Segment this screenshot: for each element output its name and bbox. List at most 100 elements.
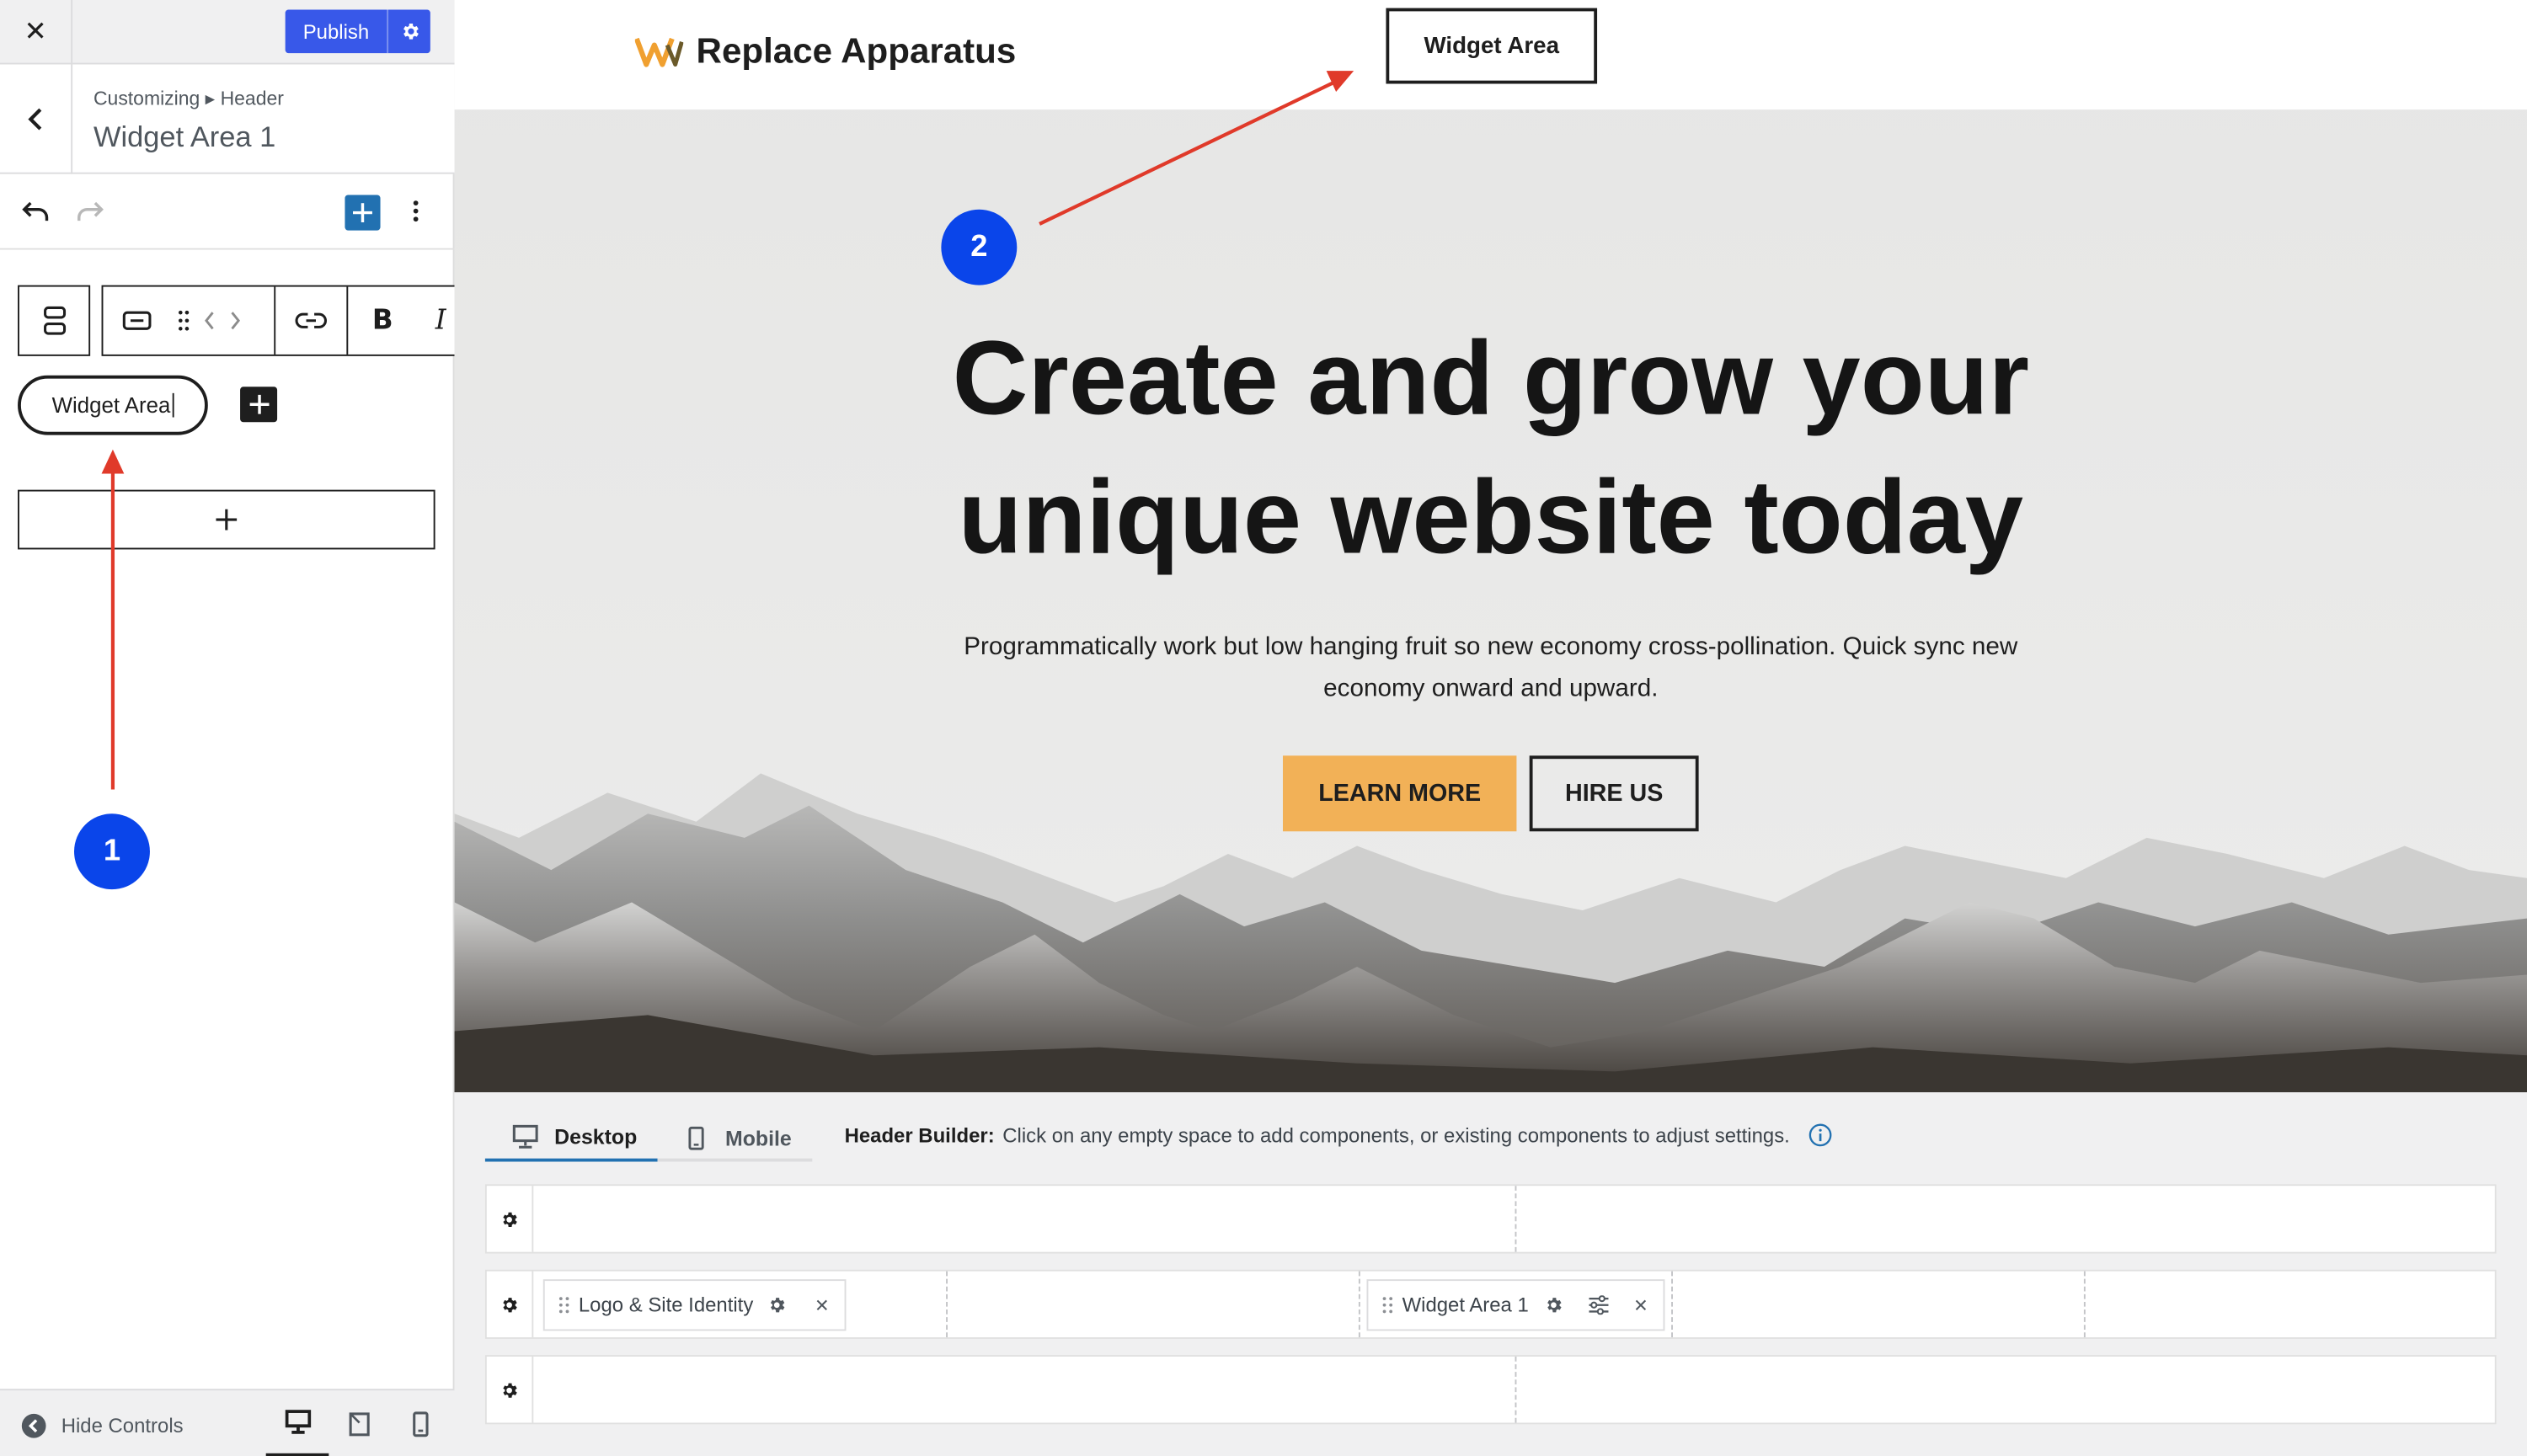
widget-chip-label: Widget Area 1 xyxy=(1402,1293,1529,1317)
site-preview: Replace Apparatus Widget Area Create and… xyxy=(454,0,2527,1093)
drag-handle[interactable] xyxy=(171,287,197,355)
drag-handle-icon[interactable] xyxy=(558,1295,570,1315)
tab-mobile-label: Mobile xyxy=(724,1126,792,1151)
widget-area-button-block[interactable]: Widget Area xyxy=(18,375,208,435)
header-widget-area-button[interactable]: Widget Area xyxy=(1386,8,1598,84)
publish-button[interactable]: Publish xyxy=(285,9,430,54)
close-icon: ✕ xyxy=(24,16,47,47)
hero-description-line-2: economy onward and upward. xyxy=(1323,675,1659,703)
logo-site-identity-component[interactable]: Logo & Site Identity ✕ xyxy=(542,1279,847,1331)
remove-component-icon[interactable]: ✕ xyxy=(1633,1294,1648,1315)
chevron-right-icon xyxy=(231,312,241,330)
gear-icon xyxy=(503,1297,517,1312)
desktop-icon xyxy=(512,1124,538,1149)
tab-mobile[interactable]: Mobile xyxy=(688,1115,792,1161)
plus-icon xyxy=(216,509,238,531)
sliders-icon[interactable] xyxy=(1587,1295,1610,1315)
more-options-button[interactable] xyxy=(404,198,427,224)
hero-title-line-2: unique website today xyxy=(958,457,2024,576)
preview-desktop-button[interactable] xyxy=(265,1390,329,1456)
drag-handle-icon xyxy=(178,310,190,331)
close-customizer-button[interactable]: ✕ xyxy=(0,0,73,65)
breadcrumb: Customizing ▸ Header xyxy=(93,87,284,110)
site-title[interactable]: Replace Apparatus xyxy=(697,30,1017,72)
tab-desktop-label: Desktop xyxy=(554,1124,638,1149)
toolbar-group-link xyxy=(275,286,350,355)
annotation-badge-1: 1 xyxy=(74,813,150,890)
builder-description-label: Header Builder: xyxy=(844,1123,995,1147)
hero-title-line-1: Create and grow your xyxy=(952,318,2030,437)
builder-description: Header Builder: Click on any empty space… xyxy=(845,1123,1832,1148)
desktop-icon xyxy=(284,1410,311,1434)
builder-row-main[interactable]: Logo & Site Identity ✕ Widget Area 1 ✕ xyxy=(484,1269,2497,1339)
publish-label: Publish xyxy=(302,19,370,43)
logo-chip-label: Logo & Site Identity xyxy=(578,1293,754,1317)
button-block-button[interactable] xyxy=(103,287,170,355)
link-button[interactable] xyxy=(275,287,346,355)
bold-icon: B xyxy=(371,304,393,337)
preview-tablet-button[interactable] xyxy=(339,1390,381,1456)
drag-handle-icon[interactable] xyxy=(1381,1295,1394,1315)
learn-more-button[interactable]: LEARN MORE xyxy=(1282,755,1517,832)
back-button[interactable] xyxy=(0,64,73,174)
header-builder-panel: Desktop Mobile Header Builder: Click on … xyxy=(454,1092,2527,1456)
site-logo-icon xyxy=(634,37,684,67)
toolbar-group-block xyxy=(103,286,275,355)
gear-icon xyxy=(503,1211,517,1227)
redo-icon xyxy=(77,201,104,221)
hire-us-button[interactable]: HIRE US xyxy=(1529,755,1699,832)
mobile-icon xyxy=(688,1126,704,1150)
add-block-button[interactable] xyxy=(345,195,381,231)
builder-row-bottom[interactable] xyxy=(484,1355,2497,1425)
gear-icon xyxy=(503,1382,517,1397)
chevron-left-icon xyxy=(205,312,214,330)
hero-description: Programmatically work but low hanging fr… xyxy=(922,627,2060,710)
sidebar-footer: Hide Controls xyxy=(0,1389,455,1456)
mobile-icon xyxy=(413,1411,429,1437)
text-cursor xyxy=(172,392,174,418)
plus-icon xyxy=(248,394,269,414)
button-block-icon xyxy=(122,311,152,330)
tablet-icon xyxy=(349,1412,370,1437)
collapse-arrow-icon xyxy=(21,1413,46,1438)
publish-settings-gear-icon[interactable] xyxy=(388,21,430,42)
hide-controls-button[interactable]: Hide Controls xyxy=(21,1413,184,1439)
widget-area-button-text[interactable]: Widget Area xyxy=(52,393,171,418)
move-right-button[interactable] xyxy=(222,287,248,355)
row-settings-button[interactable] xyxy=(487,1271,534,1338)
preview-mobile-button[interactable] xyxy=(399,1390,441,1456)
plus-icon xyxy=(353,203,372,223)
hero-title: Create and grow your unique website toda… xyxy=(777,309,2204,586)
editor-history-bar xyxy=(0,174,455,250)
row-settings-button[interactable] xyxy=(487,1356,534,1423)
info-icon[interactable] xyxy=(1808,1123,1832,1148)
builder-row-top[interactable] xyxy=(484,1184,2497,1254)
italic-icon: I xyxy=(435,304,446,337)
sidebar-section-header: Customizing ▸ Header Widget Area 1 xyxy=(0,64,455,174)
remove-component-icon[interactable]: ✕ xyxy=(815,1294,830,1315)
gear-icon[interactable] xyxy=(1543,1295,1563,1315)
buttons-block-icon xyxy=(43,306,66,335)
link-icon xyxy=(295,312,327,328)
block-appender-button[interactable] xyxy=(18,489,435,550)
block-type-button[interactable] xyxy=(18,285,91,356)
kebab-icon xyxy=(413,200,419,222)
row-settings-button[interactable] xyxy=(487,1186,534,1252)
section-title: Widget Area 1 xyxy=(93,120,276,153)
site-header: Replace Apparatus Widget Area xyxy=(454,0,2527,110)
bold-button[interactable]: B xyxy=(349,287,416,355)
undo-icon xyxy=(22,201,49,221)
tab-desktop[interactable]: Desktop xyxy=(484,1115,658,1162)
inline-inserter-button[interactable] xyxy=(240,387,278,423)
builder-description-text: Click on any empty space to add componen… xyxy=(1002,1123,1790,1147)
hero-description-line-1: Programmatically work but low hanging fr… xyxy=(964,632,2018,661)
sidebar-top-bar: ✕ Publish xyxy=(0,0,455,65)
hide-controls-label: Hide Controls xyxy=(61,1414,184,1437)
widget-area-1-component[interactable]: Widget Area 1 ✕ xyxy=(1366,1279,1665,1331)
customizer-sidebar: ✕ Publish Customizing ▸ Header Widget Ar… xyxy=(0,0,455,1456)
gear-icon[interactable] xyxy=(768,1295,788,1315)
chevron-left-icon xyxy=(28,108,42,131)
undo-button[interactable] xyxy=(21,198,50,224)
move-left-button[interactable] xyxy=(196,287,222,355)
redo-button[interactable] xyxy=(76,198,104,224)
